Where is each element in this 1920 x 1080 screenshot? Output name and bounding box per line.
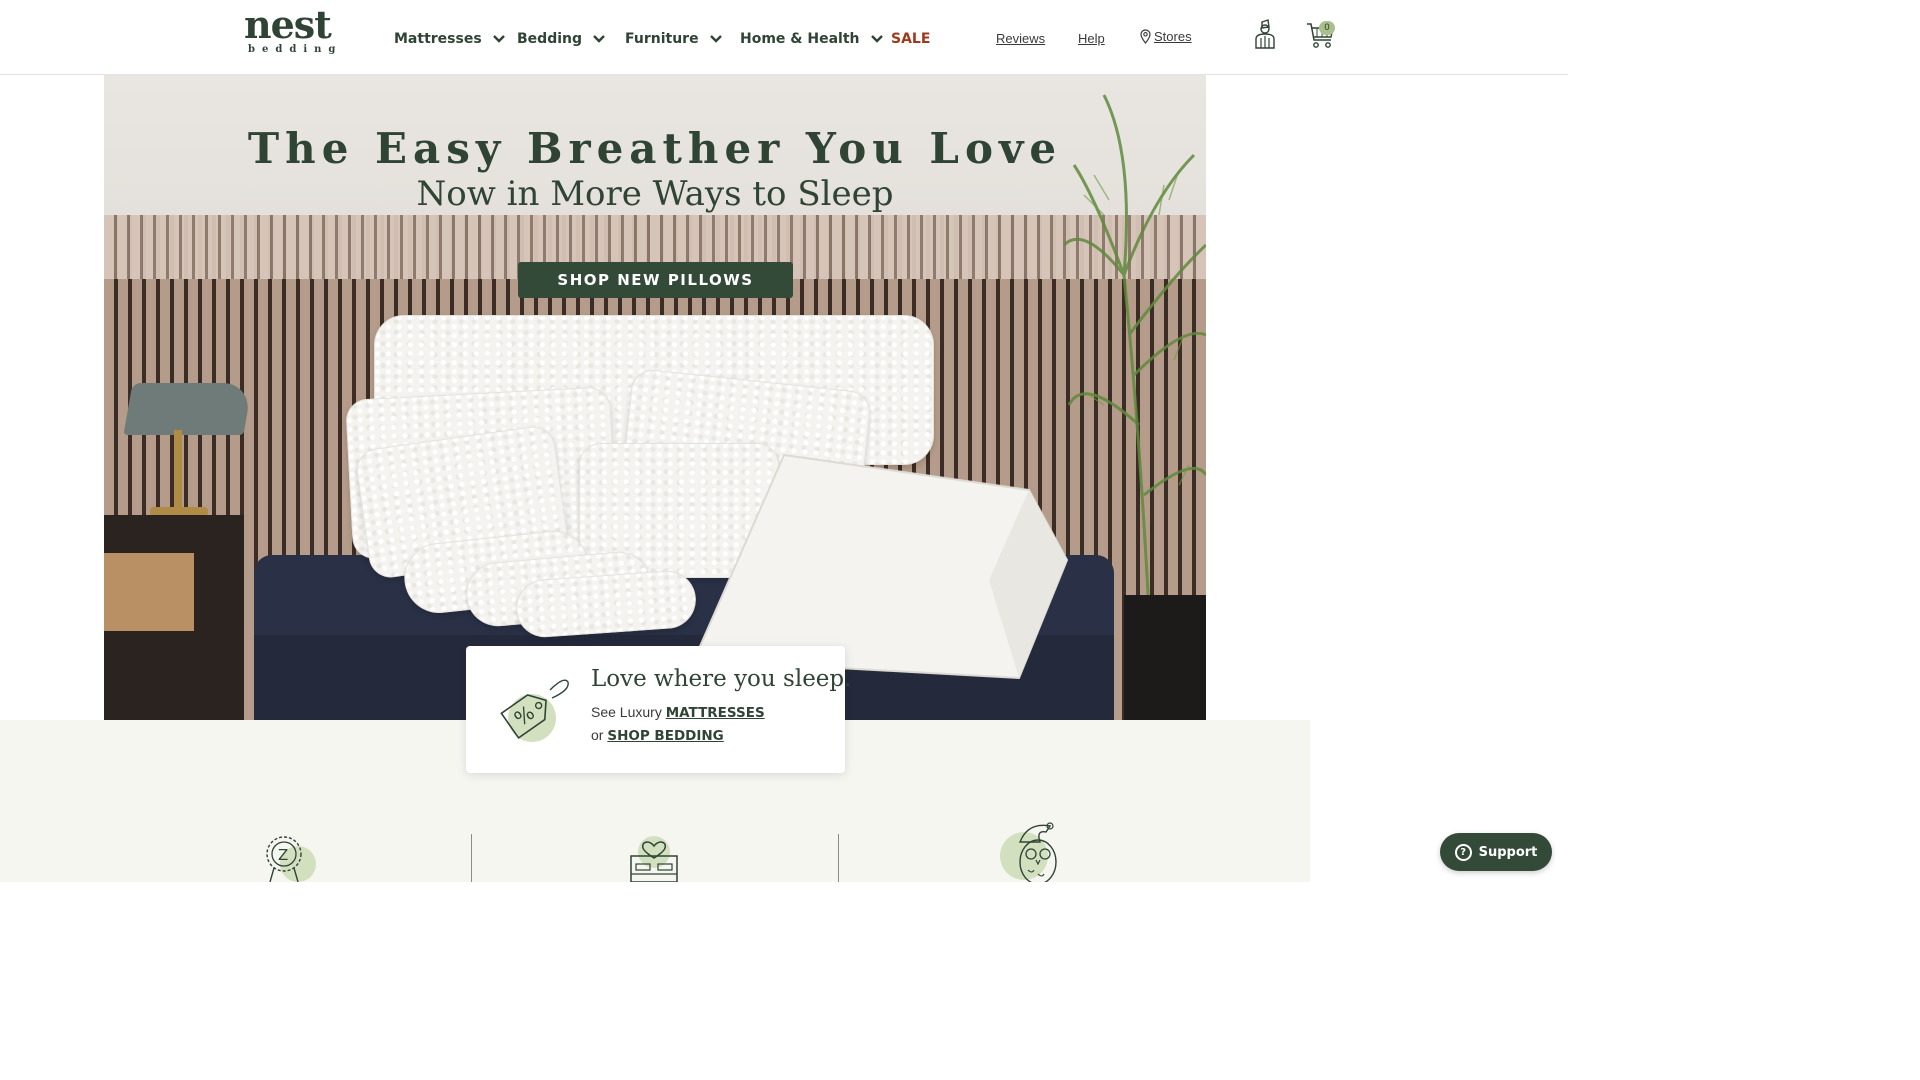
nav-furniture-label: Furniture: [625, 31, 699, 47]
nest-bedding-logo[interactable]: nest bedding: [244, 6, 338, 60]
nightstand-drawer: [104, 553, 194, 631]
nav-home-health-label: Home & Health: [740, 31, 860, 47]
nav-mattresses[interactable]: Mattresses: [394, 28, 506, 50]
promo-line-2: or SHOP BEDDING: [591, 727, 724, 744]
price-tag-percent-icon: %: [500, 679, 569, 742]
feature-divider-1: [471, 834, 472, 882]
support-label: Support: [1478, 844, 1538, 860]
promo-card: % Love where you sleep. See Luxury MATTR…: [466, 646, 851, 773]
owl-sleep-icon: [1000, 822, 1057, 882]
shop-bedding-link[interactable]: SHOP BEDDING: [607, 728, 723, 744]
shop-new-pillows-button[interactable]: SHOP NEW PILLOWS: [518, 262, 793, 298]
bed-heart-icon: [630, 836, 678, 882]
nav-sale[interactable]: SALE: [891, 28, 930, 50]
chevron-down-icon: [593, 35, 605, 43]
mattresses-link[interactable]: MATTRESSES: [666, 705, 765, 721]
lamp-stem: [174, 430, 182, 515]
stores-label: Stores: [1154, 29, 1192, 44]
nav-furniture[interactable]: Furniture: [625, 28, 723, 50]
help-circle-icon: ?: [1454, 843, 1472, 861]
chevron-down-icon: [492, 35, 505, 43]
promo-line-1: See Luxury MATTRESSES: [591, 704, 765, 721]
lamp-shade: [123, 383, 253, 435]
logo-word: nest: [244, 2, 332, 47]
nav-mattresses-label: Mattresses: [394, 31, 482, 47]
help-link[interactable]: Help: [1078, 31, 1105, 46]
promo-line-2-prefix: or: [591, 727, 604, 743]
nav-bedding[interactable]: Bedding: [517, 28, 606, 50]
site-header: nest bedding Mattresses Bedding Furnitur…: [0, 0, 1568, 75]
logo-sub: bedding: [248, 44, 343, 55]
support-button[interactable]: ? Support: [1440, 833, 1552, 871]
nav-home-health[interactable]: Home & Health: [740, 28, 884, 50]
nav-sale-label: SALE: [891, 31, 931, 47]
map-pin-icon: [1140, 29, 1151, 44]
award-ribbon-icon: Z: [266, 836, 316, 882]
promo-line-1-prefix: See Luxury: [591, 704, 662, 720]
feature-divider-2: [838, 834, 839, 882]
promo-title: Love where you sleep.: [591, 666, 852, 692]
nav-bedding-label: Bedding: [517, 31, 582, 47]
hero-title: The Easy Breather You Love: [247, 124, 1063, 173]
chevron-down-icon: [709, 35, 722, 43]
stores-link[interactable]: Stores: [1140, 29, 1192, 44]
reviews-link[interactable]: Reviews: [996, 31, 1045, 46]
cart-count-badge: 0: [1319, 21, 1335, 35]
chevron-down-icon: [870, 35, 883, 43]
svg-text:Z: Z: [278, 846, 288, 864]
hero-subtitle: Now in More Ways to Sleep: [416, 174, 894, 214]
account-icon[interactable]: [1253, 19, 1277, 49]
